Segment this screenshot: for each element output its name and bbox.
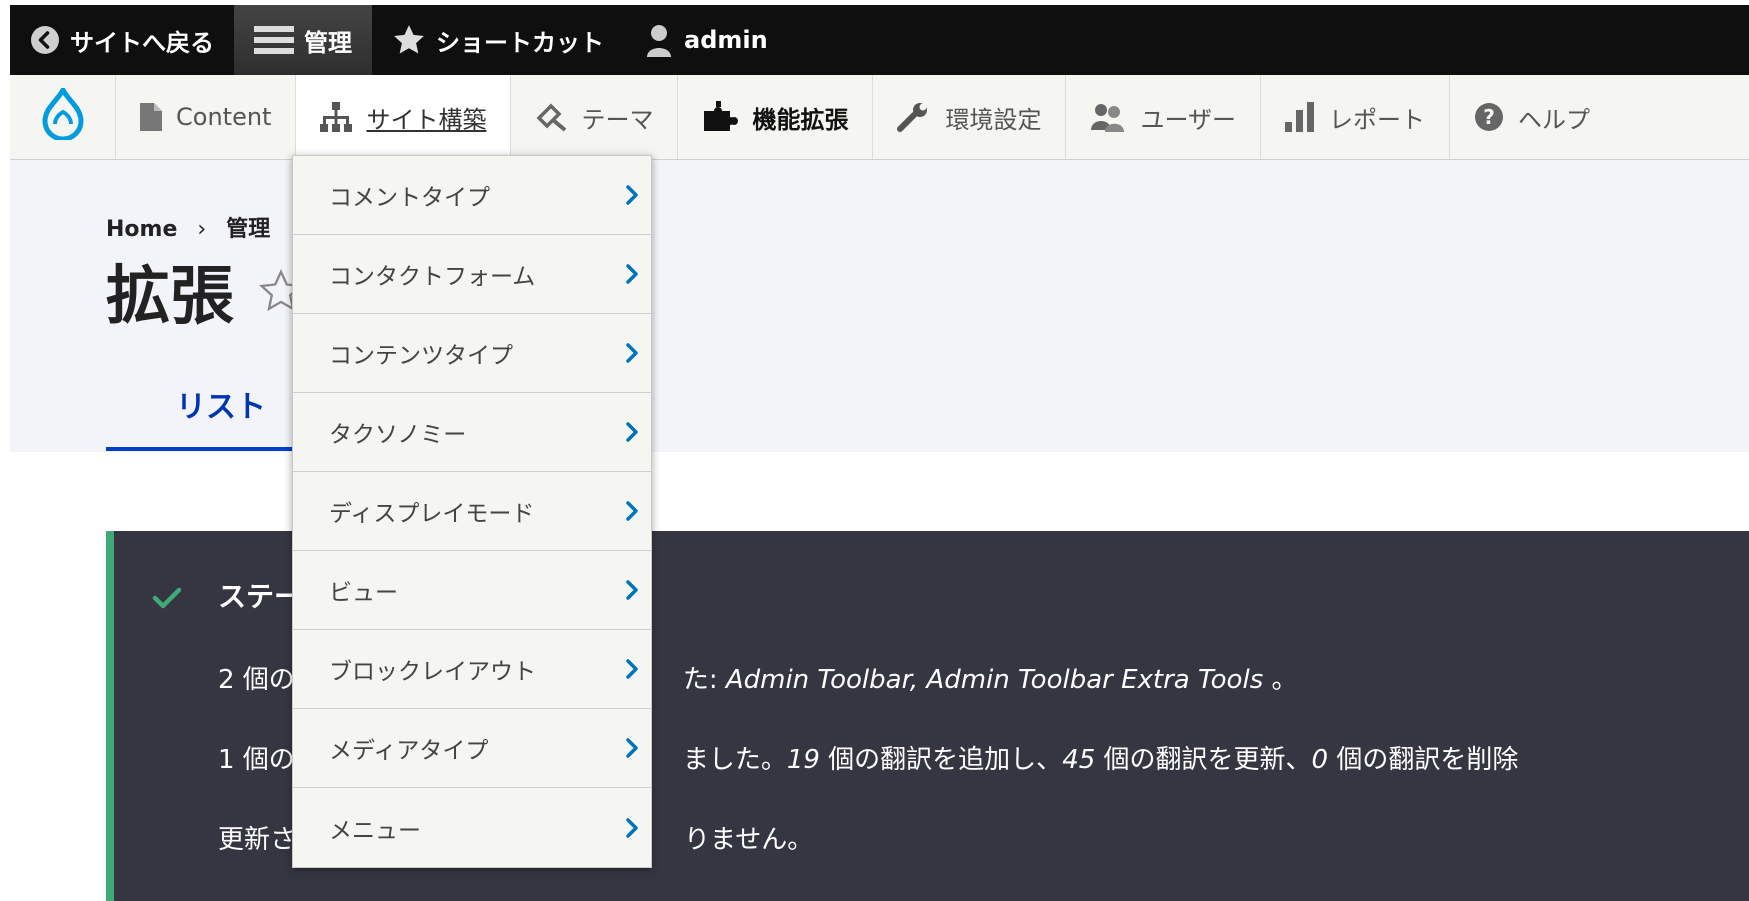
status-text: ました。	[682, 745, 787, 775]
tab-list-label: リスト	[176, 390, 266, 425]
chevron-right-icon[interactable]	[625, 500, 639, 522]
breadcrumb-separator: ›	[197, 217, 207, 242]
submenu-item-label: コンタクトフォーム	[329, 264, 536, 290]
paintbrush-icon	[535, 102, 567, 132]
tray-item-structure[interactable]: サイト構築	[296, 75, 512, 159]
tray-item-label: Content	[176, 103, 272, 131]
drupal-drop-icon	[41, 84, 85, 146]
breadcrumb: Home › 管理	[106, 211, 270, 243]
help-icon: ?	[1474, 102, 1504, 132]
chevron-right-icon[interactable]	[625, 817, 639, 839]
chevron-right-icon[interactable]	[625, 342, 639, 364]
breadcrumb-current-link[interactable]: 管理	[226, 217, 270, 242]
user-icon	[644, 23, 674, 57]
toolbar-shortcuts-tab[interactable]: ショートカット	[372, 5, 624, 75]
submenu-item-views[interactable]: ビュー	[293, 551, 651, 630]
submenu-item-label: コメントタイプ	[329, 185, 490, 211]
submenu-item-label: メディアタイプ	[329, 738, 489, 764]
tray-item-extend[interactable]: 機能拡張	[678, 75, 874, 159]
chevron-right-icon[interactable]	[625, 737, 639, 759]
page-title: 拡張	[106, 245, 304, 337]
submenu-item-taxonomy[interactable]: タクソノミー	[293, 393, 651, 472]
submenu-item-label: メニュー	[329, 817, 421, 844]
status-modules-list: Admin Toolbar, Admin Toolbar Extra Tools	[725, 665, 1264, 695]
status-number: 19	[786, 745, 820, 775]
submenu-item-contact-forms[interactable]: コンタクトフォーム	[293, 235, 651, 314]
user-label: admin	[684, 26, 768, 54]
toolbar-manage-tab[interactable]: 管理	[234, 5, 372, 75]
submenu-item-comment-types[interactable]: コメントタイプ	[293, 156, 651, 235]
submenu-item-label: ビュー	[329, 580, 398, 606]
submenu-item-label: コンテンツタイプ	[329, 343, 513, 369]
status-text: 更新さ	[218, 825, 297, 855]
chevron-right-icon[interactable]	[625, 658, 639, 680]
status-text: 個の翻訳を削除	[1328, 745, 1519, 775]
structure-submenu: コメントタイプ コンタクトフォーム コンテンツタイプ タクソノミー ディスプレイ…	[292, 155, 652, 868]
submenu-item-block-layout[interactable]: ブロックレイアウト	[293, 630, 651, 709]
shortcuts-label: ショートカット	[436, 28, 604, 57]
tray-item-label: 機能拡張	[752, 105, 849, 134]
tray-item-label: レポート	[1328, 105, 1425, 134]
chevron-left-circle-icon	[30, 25, 60, 55]
breadcrumb-home-link[interactable]: Home	[106, 217, 177, 242]
sitemap-icon	[320, 102, 353, 132]
tray-item-label: ユーザー	[1140, 105, 1236, 134]
toolbar-user-tab[interactable]: admin	[624, 5, 788, 75]
star-filled-icon	[392, 23, 426, 57]
app-frame: サイトへ戻る 管理 ショートカット admin Content サイト構築 テー…	[10, 5, 1749, 901]
chevron-right-icon[interactable]	[625, 421, 639, 443]
submenu-item-display-modes[interactable]: ディスプレイモード	[293, 472, 651, 551]
status-text: 2 個の	[218, 665, 295, 695]
status-text: 個の翻訳を更新、	[1095, 745, 1312, 775]
tray-item-help[interactable]: ? ヘルプ	[1450, 75, 1614, 159]
admin-toolbar: サイトへ戻る 管理 ショートカット admin	[10, 5, 1749, 75]
submenu-item-media-types[interactable]: メディアタイプ	[293, 709, 651, 788]
tray-item-appearance[interactable]: テーマ	[511, 75, 679, 159]
tray-item-configuration[interactable]: 環境設定	[873, 75, 1067, 159]
tray-item-label: ヘルプ	[1517, 105, 1590, 134]
manage-label: 管理	[304, 28, 352, 57]
chevron-right-icon[interactable]	[625, 263, 639, 285]
tray-item-people[interactable]: ユーザー	[1066, 75, 1261, 159]
submenu-item-content-types[interactable]: コンテンツタイプ	[293, 314, 651, 393]
checkmark-icon	[152, 586, 182, 614]
chevron-right-icon[interactable]	[625, 579, 639, 601]
chevron-right-icon[interactable]	[625, 184, 639, 206]
tray-item-reports[interactable]: レポート	[1261, 75, 1450, 159]
submenu-item-label: ディスプレイモード	[329, 501, 535, 527]
bar-chart-icon	[1284, 102, 1315, 132]
submenu-item-menus[interactable]: メニュー	[293, 788, 651, 867]
drupal-logo[interactable]	[10, 75, 116, 159]
status-text: 。	[1263, 665, 1298, 695]
tray-item-content[interactable]: Content	[116, 75, 297, 159]
wrench-icon	[897, 102, 931, 132]
submenu-item-label: タクソノミー	[329, 422, 467, 448]
status-text: 個の翻訳を追加し、	[819, 745, 1063, 775]
people-icon	[1090, 102, 1126, 132]
status-text: た:	[682, 665, 726, 695]
status-text: りません。	[684, 825, 814, 855]
status-number: 0	[1311, 745, 1329, 775]
puzzle-icon	[702, 101, 739, 133]
hamburger-icon	[254, 24, 294, 56]
svg-text:?: ?	[1483, 105, 1495, 129]
submenu-item-label: ブロックレイアウト	[329, 659, 536, 685]
back-to-site-label: サイトへ戻る	[70, 28, 214, 57]
status-title: ステー	[218, 580, 303, 613]
tray-item-label: テーマ	[581, 105, 654, 134]
page-title-text: 拡張	[106, 260, 234, 334]
status-text: 1 個の	[218, 745, 295, 775]
tray-item-label: サイト構築	[366, 105, 487, 134]
admin-tray: Content サイト構築 テーマ 機能拡張 環境設定 ユーザー レポート ? …	[10, 75, 1749, 160]
back-to-site-link[interactable]: サイトへ戻る	[10, 5, 234, 75]
file-icon	[140, 103, 162, 131]
status-number: 45	[1062, 745, 1096, 775]
tray-item-label: 環境設定	[945, 105, 1042, 134]
